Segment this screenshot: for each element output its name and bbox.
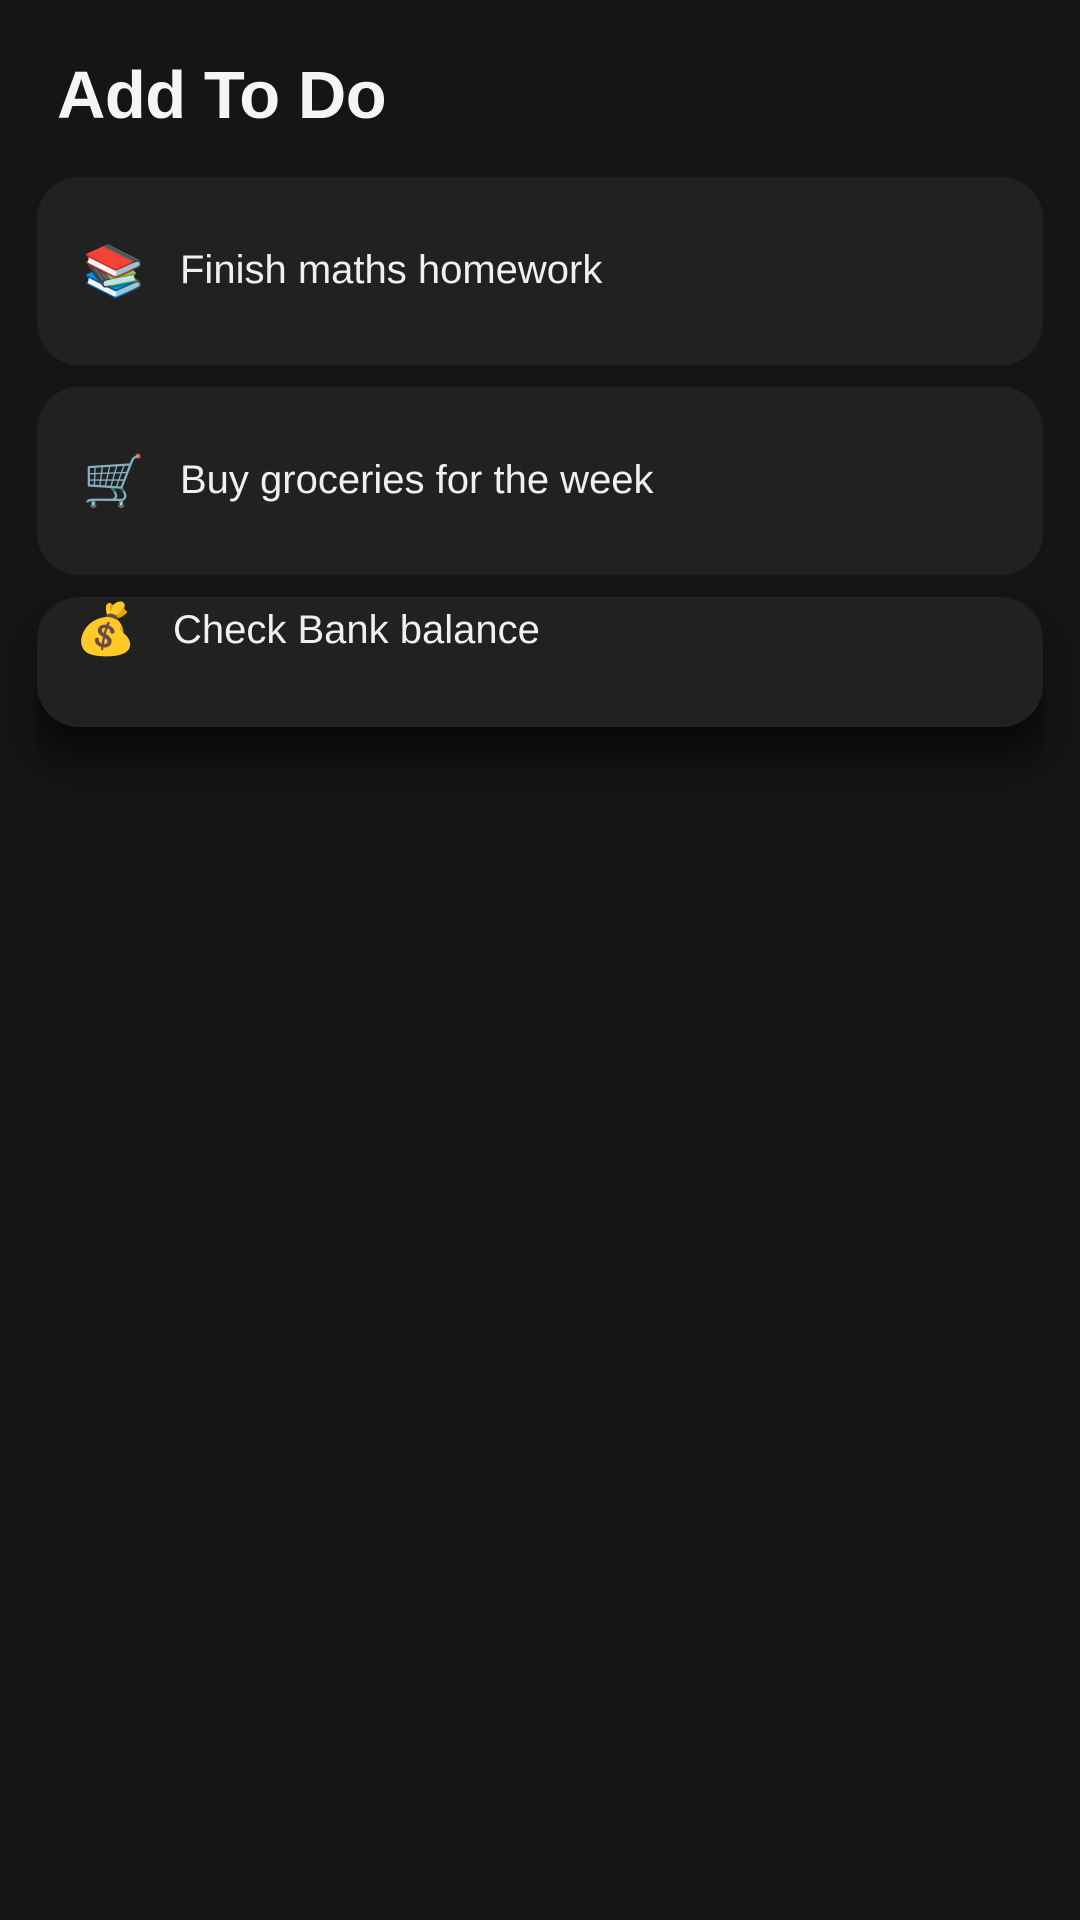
app-screen: Add To Do 📚 Finish maths homework 🛒 Buy … [0,0,1080,1920]
todo-label: Buy groceries for the week [180,458,654,502]
todo-item-homework[interactable]: 📚 Finish maths homework [37,177,1043,365]
books-icon: 📚 [82,243,146,299]
money-bag-icon: 💰 [74,601,138,657]
todo-label: Check Bank balance [173,608,540,652]
todo-label: Finish maths homework [180,248,603,292]
page-title: Add To Do [57,58,387,133]
todo-item-bank-balance[interactable]: 💰 Check Bank balance [37,597,1043,727]
todo-item-groceries[interactable]: 🛒 Buy groceries for the week [37,387,1043,575]
shopping-cart-icon: 🛒 [82,453,146,509]
